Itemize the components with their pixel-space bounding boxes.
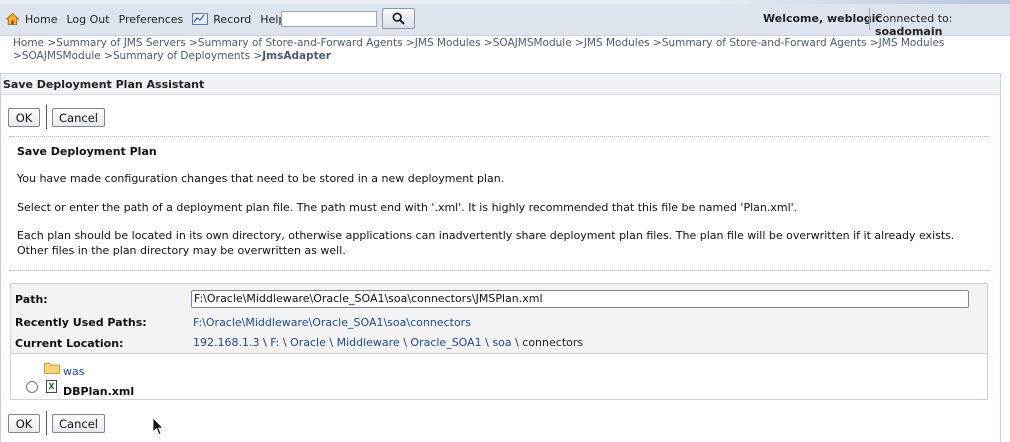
button-separator-bottom xyxy=(46,411,47,435)
record-icon xyxy=(192,13,209,25)
breadcrumb-item[interactable]: Summary of Deployments xyxy=(113,50,250,62)
breadcrumb-separator: > xyxy=(866,37,879,49)
location-separator: \ xyxy=(481,336,493,349)
breadcrumb-item[interactable]: JMS Modules xyxy=(584,37,650,49)
location-segment-link[interactable]: Middleware xyxy=(337,336,400,349)
breadcrumb-item[interactable]: Home xyxy=(13,37,44,49)
breadcrumb-separator: > xyxy=(649,37,662,49)
location-separator: \ xyxy=(279,336,291,349)
recent-path-link[interactable]: F:\Oracle\Middleware\Oracle_SOA1\soa\con… xyxy=(193,316,471,329)
file-name: DBPlan.xml xyxy=(63,385,135,398)
breadcrumb-item[interactable]: JMS Modules xyxy=(879,37,945,49)
top-stripe xyxy=(0,0,1010,4)
location-segment-link[interactable]: Oracle_SOA1 xyxy=(410,336,481,349)
directory-listing: was X DBPlan.xml xyxy=(10,354,988,400)
location-segment-link[interactable]: F: xyxy=(270,336,279,349)
breadcrumb-separator: > xyxy=(13,50,22,62)
connected-prefix: Connected to: xyxy=(875,12,953,25)
recent-paths-label: Recently Used Paths: xyxy=(15,316,147,329)
folder-link-was[interactable]: was xyxy=(63,365,84,378)
cancel-button-bottom[interactable]: Cancel xyxy=(52,414,105,433)
breadcrumb-item[interactable]: Summary of Store-and-Forward Agents xyxy=(198,37,403,49)
breadcrumb-separator: > xyxy=(480,37,493,49)
toolbar-separator xyxy=(869,8,870,30)
breadcrumb-current: JmsAdapter xyxy=(262,50,331,62)
top-toolbar: Home Log Out Preferences Record Help Wel… xyxy=(0,0,1010,38)
location-separator: \ xyxy=(325,336,337,349)
search-icon xyxy=(392,12,405,25)
info-paragraph-1: You have made configuration changes that… xyxy=(17,172,505,185)
ok-button-bottom[interactable]: OK xyxy=(8,414,40,433)
info-paragraph-3: Each plan should be located in its own d… xyxy=(17,229,955,257)
breadcrumb-separator: > xyxy=(402,37,415,49)
breadcrumb-item[interactable]: Summary of Store-and-Forward Agents xyxy=(662,37,867,49)
divider-middle xyxy=(9,270,989,271)
nav-logout-link[interactable]: Log Out xyxy=(66,13,109,26)
location-segment-link[interactable]: soa xyxy=(492,336,511,349)
location-separator: \ xyxy=(399,336,411,349)
location-segment-link[interactable]: 192.168.1.3 xyxy=(193,336,259,349)
folder-icon xyxy=(44,362,60,374)
nav-home-link[interactable]: Home xyxy=(5,12,58,26)
path-form: Path: F:\Oracle\Middleware\Oracle_SOA1\s… xyxy=(10,283,988,354)
xml-file-icon: X xyxy=(46,380,57,393)
breadcrumb-item[interactable]: JMS Modules xyxy=(415,37,481,49)
divider-top xyxy=(9,136,989,137)
file-radio[interactable] xyxy=(26,381,38,393)
location-separator: \ xyxy=(511,336,523,349)
section-title: Save Deployment Plan xyxy=(17,145,157,158)
breadcrumb-item[interactable]: SOAJMSModule xyxy=(493,37,572,49)
panel-title: Save Deployment Plan Assistant xyxy=(1,74,1000,95)
breadcrumb-separator: > xyxy=(571,37,584,49)
breadcrumb-separator: > xyxy=(100,50,113,62)
ok-button-top[interactable]: OK xyxy=(8,108,40,127)
mouse-pointer-icon xyxy=(152,417,164,436)
global-nav: Home Log Out Preferences Record Help xyxy=(5,11,294,27)
current-location-path: 192.168.1.3 \ F: \ Oracle \ Middleware \… xyxy=(193,336,583,349)
location-current: connectors xyxy=(522,336,584,349)
welcome-text: Welcome, weblogic xyxy=(763,12,882,25)
path-input[interactable]: F:\Oracle\Middleware\Oracle_SOA1\soa\con… xyxy=(191,290,969,308)
nav-preferences-link[interactable]: Preferences xyxy=(119,13,184,26)
nav-home-label: Home xyxy=(25,12,58,26)
cancel-button-top[interactable]: Cancel xyxy=(52,108,105,127)
nav-record-label: Record xyxy=(213,12,252,26)
breadcrumb: Home >Summary of JMS Servers >Summary of… xyxy=(13,37,993,63)
connected-text: Connected to: soadomain xyxy=(875,12,1010,38)
search-input[interactable] xyxy=(281,11,377,27)
breadcrumb-separator: > xyxy=(44,37,57,49)
current-location-label: Current Location: xyxy=(15,337,124,350)
location-separator: \ xyxy=(259,336,271,349)
location-segment-link[interactable]: Oracle xyxy=(290,336,326,349)
breadcrumb-item[interactable]: SOAJMSModule xyxy=(22,50,101,62)
home-icon xyxy=(5,12,20,25)
breadcrumb-item[interactable]: Summary of JMS Servers xyxy=(56,37,186,49)
breadcrumb-separator: > xyxy=(250,50,263,62)
nav-record-link[interactable]: Record xyxy=(192,13,251,26)
breadcrumb-separator: > xyxy=(185,37,198,49)
info-paragraph-2: Select or enter the path of a deployment… xyxy=(17,201,798,214)
search-button[interactable] xyxy=(382,8,415,29)
button-separator-top xyxy=(46,105,47,129)
path-label: Path: xyxy=(15,293,48,306)
